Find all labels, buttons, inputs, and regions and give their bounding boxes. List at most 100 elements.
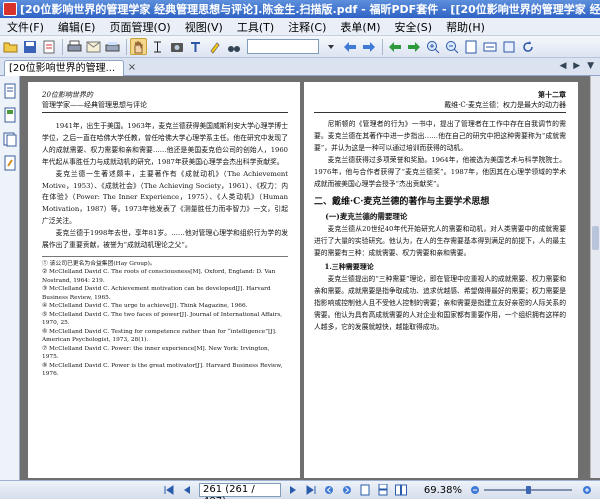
title-bar: [20位影响世界的管理学家 经典管理思想与评论].陈金生.扫描版.pdf - 福… (0, 0, 600, 18)
forward-arrow-icon (407, 41, 420, 52)
bookmark-icon (4, 83, 16, 99)
status-bar: 261 (261 / 487) 69.38% (0, 480, 600, 499)
last-page-button[interactable] (304, 483, 318, 497)
footnotes: ① 该公司已更名为合益集团(Hay Group)。 ② McClelland D… (42, 255, 288, 379)
first-page-button[interactable] (162, 483, 176, 497)
fit-width-button[interactable] (481, 38, 498, 55)
footnote: ⑤ McClelland David C. The two faces of p… (42, 311, 283, 327)
convert-button[interactable] (40, 38, 57, 55)
close-icon[interactable]: × (126, 62, 138, 74)
snapshot-button[interactable] (168, 38, 185, 55)
continuous-page-icon (378, 484, 388, 496)
back-button[interactable] (386, 38, 403, 55)
save-button[interactable] (21, 38, 38, 55)
document-viewer[interactable]: 20位影响世界的 管理学家——经典管理思想与评论 1941年，出生于美国。196… (20, 76, 590, 478)
window-title: [20位影响世界的管理学家 经典管理思想与评论].陈金生.扫描版.pdf - 福… (20, 3, 600, 16)
footnote: ① 该公司已更名为合益集团(Hay Group)。 (42, 260, 156, 267)
toolbar-separator (382, 38, 383, 55)
scan-button[interactable] (104, 38, 121, 55)
next-page-button[interactable] (286, 483, 300, 497)
zoom-out-icon (445, 40, 458, 53)
find-prev-button[interactable] (341, 38, 358, 55)
print-button[interactable] (66, 38, 83, 55)
footnote: ② McClelland David C. The roots of consc… (42, 269, 276, 284)
save-icon (23, 40, 36, 53)
select-text-button[interactable] (149, 38, 166, 55)
find-next-button[interactable] (360, 38, 377, 55)
menu-view[interactable]: 视图(V) (178, 19, 230, 35)
navigation-panel (0, 76, 20, 480)
folder-icon (3, 42, 18, 53)
tab-document[interactable]: [20位影响世界的管理... (4, 60, 124, 76)
scrollbar-thumb[interactable] (592, 226, 599, 250)
subsection-heading: (一)麦克兰德的需要理论 (325, 212, 408, 222)
paragraph: 麦克兰德于1998年去世，享年81岁。……他对管理心理学和组织行为学的发展作出了… (42, 229, 288, 250)
menu-form[interactable]: 表单(M) (333, 19, 387, 35)
actual-size-button[interactable] (500, 38, 517, 55)
thumbnails-panel-button[interactable] (2, 106, 18, 124)
facing-view-button[interactable] (394, 483, 408, 497)
menu-edit[interactable]: 编辑(E) (51, 19, 103, 35)
menu-page-management[interactable]: 页面管理(O) (102, 19, 177, 35)
zoom-in-button[interactable] (424, 38, 441, 55)
menu-bar: 文件(F) 编辑(E) 页面管理(O) 视图(V) 工具(T) 注释(C) 表单… (0, 18, 600, 36)
single-page-icon (360, 484, 370, 496)
menu-security[interactable]: 安全(S) (387, 19, 439, 35)
running-subtitle: 管理学家——经典管理思想与评论 (42, 100, 288, 113)
search-input[interactable] (247, 39, 319, 54)
forward-button[interactable] (405, 38, 422, 55)
toolbar (0, 36, 600, 58)
chevron-down-icon (327, 44, 334, 49)
footnote: ⑧ McClelland David C. Power is the great… (42, 362, 283, 378)
email-icon (86, 41, 101, 52)
plus-icon (583, 486, 591, 494)
rotate-button[interactable] (519, 38, 536, 55)
menu-comment[interactable]: 注释(C) (281, 19, 333, 35)
history-forward-button[interactable] (340, 483, 354, 497)
typewriter-button[interactable] (187, 38, 204, 55)
layers-panel-button[interactable] (2, 130, 18, 148)
attachments-panel-button[interactable] (2, 154, 18, 172)
pages-icon (4, 107, 16, 123)
fit-page-button[interactable] (462, 38, 479, 55)
back-arrow-icon (388, 41, 401, 52)
vertical-scrollbar[interactable] (590, 76, 600, 478)
single-page-view-button[interactable] (358, 483, 372, 497)
zoom-slider-handle[interactable] (525, 486, 531, 494)
highlight-button[interactable] (206, 38, 223, 55)
footnote: ④ McClelland David C. The urge to achiev… (42, 303, 248, 310)
find-button[interactable] (225, 38, 242, 55)
page-number-field[interactable]: 261 (261 / 487) (199, 483, 281, 499)
tab-navigation[interactable]: ◀ ▶ ▼ (560, 61, 597, 71)
text-cursor-icon (154, 41, 161, 52)
app-logo-icon (3, 2, 17, 16)
bookmark-panel-button[interactable] (2, 82, 18, 100)
text-insert-icon (191, 41, 200, 52)
scanner-icon (105, 42, 120, 52)
menu-tools[interactable]: 工具(T) (230, 19, 281, 35)
history-back-button[interactable] (322, 483, 336, 497)
continuous-view-button[interactable] (376, 483, 390, 497)
zoom-out-small-button[interactable] (468, 483, 482, 497)
menu-file[interactable]: 文件(F) (0, 19, 51, 35)
zoom-in-small-button[interactable] (580, 483, 594, 497)
hand-tool-button[interactable] (130, 38, 147, 55)
zoom-out-button[interactable] (443, 38, 460, 55)
section-heading: 二、戴维·C·麦克兰德的著作与主要学术思想 (314, 197, 490, 208)
menu-help[interactable]: 帮助(H) (439, 19, 492, 35)
zoom-slider[interactable] (484, 486, 572, 494)
paragraph: 尼斯顿的《管理者的行为》一书中，提出了管理者在工作中存在自我调节的需要。麦克兰德… (314, 120, 566, 152)
paragraph: 麦克兰德获得过多项荣誉和奖励。1964年，他被选为美国艺术与科学院院士。1976… (314, 155, 566, 188)
arrow-right-icon (362, 41, 375, 52)
search-dropdown-button[interactable] (322, 38, 339, 55)
email-button[interactable] (85, 38, 102, 55)
paragraph: 麦克兰德从20世纪40年代开始研究人的需要和动机，对人类需要中的成就需要进行了大… (314, 225, 566, 258)
open-button[interactable] (2, 38, 19, 55)
toolbar-separator (126, 38, 127, 55)
rotate-icon (522, 40, 533, 52)
arrow-left-icon (343, 41, 356, 52)
footnote: ③ McClelland David C. Achievement motiva… (42, 286, 271, 301)
prev-page-button[interactable] (180, 483, 194, 497)
minus-icon (471, 486, 479, 494)
history-back-icon (325, 486, 333, 494)
